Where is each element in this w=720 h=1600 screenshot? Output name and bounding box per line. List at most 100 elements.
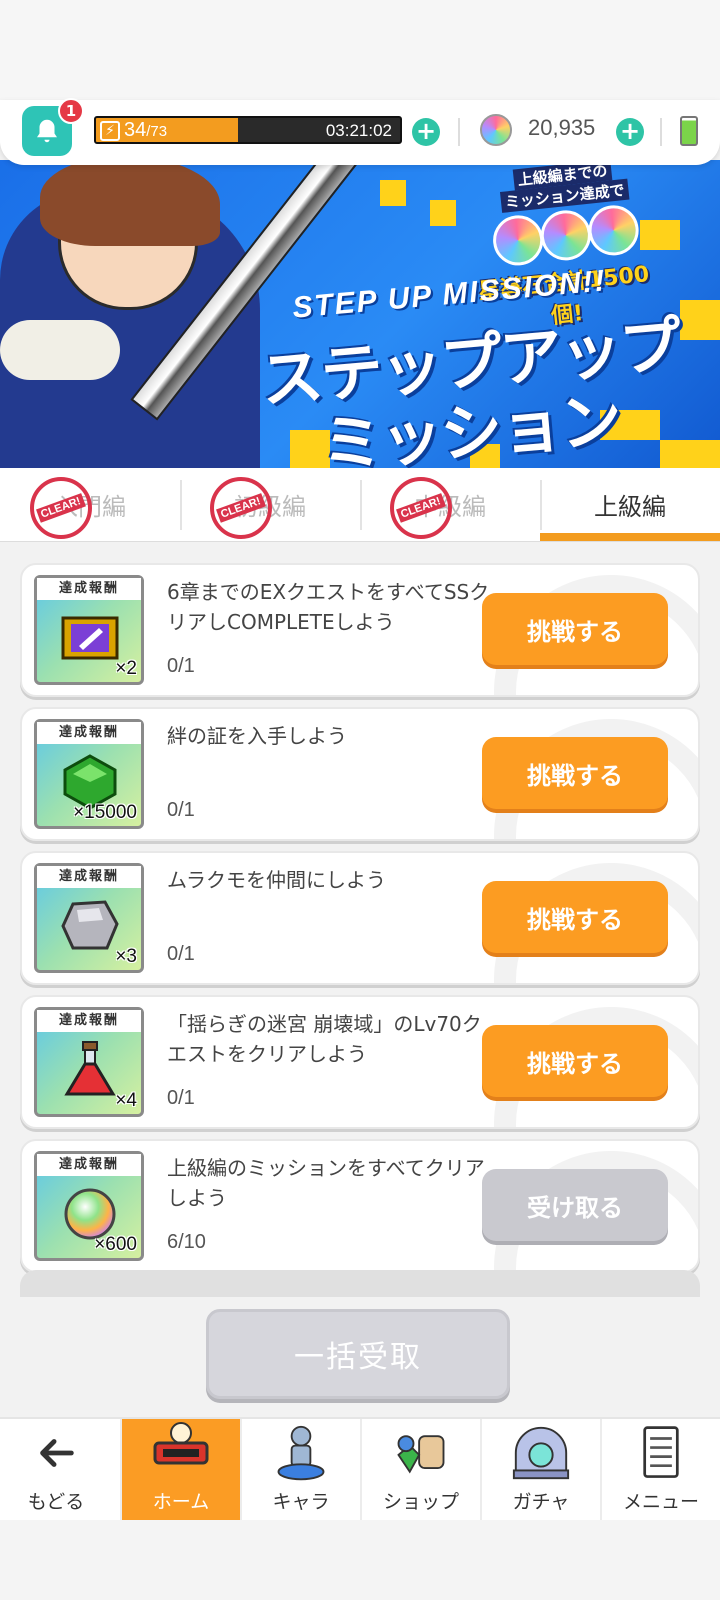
reward-quantity: ×15000 — [73, 802, 137, 823]
reward-box: 達成報酬 ×600 — [34, 1151, 144, 1261]
star-stone-icon — [480, 114, 512, 146]
nav-character[interactable]: キャラ — [240, 1419, 360, 1522]
hero-hair — [40, 160, 220, 246]
reward-quantity: ×3 — [115, 946, 137, 967]
stamina-value: 34/73 — [124, 119, 167, 142]
mission-progress: 0/1 — [167, 943, 195, 965]
reward-label: 達成報酬 — [37, 1010, 141, 1032]
bulk-area: 一括受取 — [0, 1297, 720, 1417]
divider — [660, 118, 662, 146]
reward-quantity: ×2 — [115, 658, 137, 679]
nav-shop[interactable]: ショップ — [360, 1419, 480, 1522]
stamina-bar: ⚡ 34/73 03:21:02 — [94, 116, 402, 144]
shop-icon — [389, 1421, 453, 1485]
tab-beginner[interactable]: 入門編 CLEAR! — [0, 468, 180, 541]
ticket-icon — [61, 616, 119, 660]
reward-box: 達成報酬 ×15000 — [34, 719, 144, 829]
clear-stamp: CLEAR! — [390, 476, 452, 539]
add-gem-button[interactable]: + — [616, 118, 644, 146]
reward-label: 達成報酬 — [37, 1154, 141, 1176]
tab-intermediate[interactable]: 中級編 CLEAR! — [360, 468, 540, 541]
reward-quantity: ×4 — [115, 1090, 137, 1111]
stamina-timer: 03:21:02 — [325, 121, 392, 140]
star-stone-icon — [586, 202, 642, 258]
mission-progress: 0/1 — [167, 1087, 195, 1109]
reward-label: 達成報酬 — [37, 722, 141, 744]
challenge-button[interactable]: 挑戦する — [482, 737, 668, 809]
lightning-icon: ⚡ — [100, 121, 120, 141]
mission-title: 6章までのEXクエストをすべてSSクリアしCOMPLETEしよう — [167, 580, 490, 634]
mission-progress: 6/10 — [167, 1231, 206, 1253]
clear-stamp-text: CLEAR! — [216, 492, 266, 523]
mission-title: ムラクモを仲間にしよう — [167, 868, 386, 892]
top-blank-area — [0, 0, 720, 100]
stamina-current: 34 — [124, 119, 147, 141]
bulk-receive-button[interactable]: 一括受取 — [206, 1309, 510, 1399]
divider — [458, 118, 460, 146]
stamina-max: /73 — [146, 123, 168, 140]
back-arrow-icon — [24, 1421, 88, 1485]
status-bar: 1 ⚡ 34/73 03:21:02 + 20,935 + — [0, 98, 720, 165]
ore-icon — [61, 900, 119, 950]
gacha-icon — [509, 1421, 573, 1485]
nav-menu[interactable]: メニュー — [600, 1419, 720, 1522]
mission-title: 上級編のミッションをすべてクリアしよう — [167, 1156, 485, 1210]
mission-card-partial — [20, 1270, 700, 1297]
mission-card: 達成報酬 ×3 ムラクモを仲間にしよう 0/1 挑戦する — [20, 851, 700, 985]
mission-card: 達成報酬 ×4 「揺らぎの迷宮 崩壊域」のLv70クエストをクリアしよう 0/1… — [20, 995, 700, 1129]
tab-elementary[interactable]: 初級編 CLEAR! — [180, 468, 360, 541]
reward-label: 達成報酬 — [37, 578, 141, 600]
mission-tabs: 入門編 CLEAR! 初級編 CLEAR! 中級編 CLEAR! 上級編 — [0, 468, 720, 542]
challenge-button[interactable]: 挑戦する — [482, 881, 668, 953]
battery-icon — [680, 116, 698, 146]
star-stone-icon — [490, 212, 546, 268]
reward-label: 達成報酬 — [37, 866, 141, 888]
bell-icon — [37, 119, 57, 143]
nav-back[interactable]: もどる — [0, 1419, 112, 1522]
receive-button[interactable]: 受け取る — [482, 1169, 668, 1241]
reward-box: 達成報酬 ×3 — [34, 863, 144, 973]
hero-arm — [0, 320, 120, 380]
reward-box: 達成報酬 ×4 — [34, 1007, 144, 1117]
system-nav-area — [0, 1520, 720, 1600]
nav-home[interactable]: ホーム — [120, 1419, 240, 1522]
mission-card: 達成報酬 ×600 上級編のミッションをすべてクリアしよう 6/10 受け取る — [20, 1139, 700, 1273]
pixel-decoration — [430, 200, 456, 226]
star-stone-icon — [538, 207, 594, 263]
character-icon — [269, 1421, 333, 1485]
nav-gacha[interactable]: ガチャ — [480, 1419, 600, 1522]
menu-icon — [629, 1421, 693, 1485]
clear-stamp-text: CLEAR! — [396, 492, 446, 523]
nav-label: ホーム — [152, 1491, 210, 1513]
reward-quantity: ×600 — [94, 1234, 137, 1255]
clear-stamp-text: CLEAR! — [36, 492, 86, 523]
nav-label: もどる — [27, 1491, 85, 1513]
home-icon — [149, 1421, 213, 1485]
bottom-nav: もどる ホーム キャラ ショップ ガチャ メニュー — [0, 1417, 720, 1522]
challenge-button[interactable]: 挑戦する — [482, 593, 668, 665]
mission-progress: 0/1 — [167, 799, 195, 821]
challenge-button[interactable]: 挑戦する — [482, 1025, 668, 1097]
event-banner[interactable]: 上級編までの ミッション達成で 星導石合計1500個! STEP UP MISS… — [0, 160, 720, 468]
mission-title: 絆の証を入手しよう — [167, 724, 347, 748]
add-stamina-button[interactable]: + — [412, 118, 440, 146]
reward-box: 達成報酬 ×2 — [34, 575, 144, 685]
mission-card: 達成報酬 ×15000 絆の証を入手しよう 0/1 挑戦する — [20, 707, 700, 841]
pixel-decoration — [680, 300, 720, 340]
gem-count: 20,935 — [528, 115, 596, 140]
potion-icon — [64, 1041, 116, 1096]
tab-advanced[interactable]: 上級編 — [540, 468, 720, 541]
mission-title: 「揺らぎの迷宮 崩壊域」のLv70クエストをクリアしよう — [167, 1012, 482, 1066]
clear-stamp: CLEAR! — [210, 476, 272, 539]
nav-label: キャラ — [272, 1491, 330, 1513]
pixel-decoration — [380, 180, 406, 206]
nav-label: ショップ — [382, 1491, 459, 1513]
nav-label: ガチャ — [512, 1491, 570, 1513]
clear-stamp: CLEAR! — [30, 476, 92, 539]
tab-label: 上級編 — [594, 493, 666, 521]
mission-list[interactable]: 達成報酬 ×2 6章までのEXクエストをすべてSSクリアしCOMPLETEしよう… — [0, 545, 720, 1297]
plus-icon: + — [619, 117, 641, 145]
mission-progress: 0/1 — [167, 655, 195, 677]
plus-icon: + — [415, 117, 437, 145]
notification-badge: 1 — [58, 98, 84, 124]
